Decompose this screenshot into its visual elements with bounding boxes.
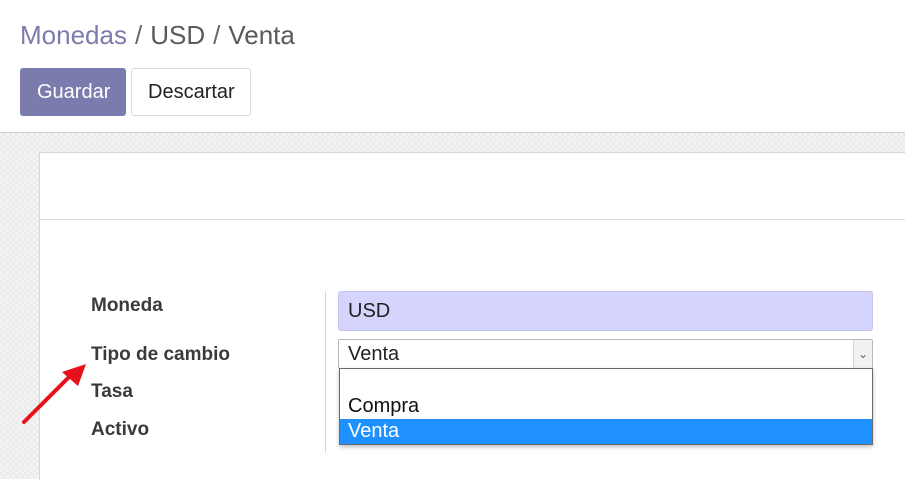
label-currency: Moneda	[91, 295, 163, 316]
label-rate: Tasa	[91, 381, 133, 402]
discard-button[interactable]: Descartar	[131, 68, 251, 116]
breadcrumb-separator: /	[134, 20, 143, 50]
rate-type-select-value: Venta	[348, 343, 400, 365]
save-button[interactable]: Guardar	[20, 68, 126, 116]
rate-type-dropdown: Compra Venta	[339, 368, 873, 445]
dropdown-option-compra[interactable]: Compra	[340, 394, 872, 419]
breadcrumb-item-current: Venta	[228, 20, 295, 50]
breadcrumb-separator: /	[213, 20, 221, 50]
label-active: Activo	[91, 419, 150, 440]
dropdown-option-empty[interactable]	[340, 369, 872, 394]
dropdown-option-venta[interactable]: Venta	[340, 419, 872, 444]
label-rate-type: Tipo de cambio	[91, 344, 231, 365]
chevron-down-icon[interactable]: ⌄	[853, 340, 872, 368]
breadcrumb: Monedas / USD / Venta	[20, 18, 295, 52]
label-column-divider	[325, 291, 326, 453]
breadcrumb-item-usd[interactable]: USD	[150, 20, 205, 50]
currency-field[interactable]: USD	[338, 291, 873, 331]
sheet-header-divider	[40, 219, 905, 220]
rate-type-select[interactable]: Venta ⌄	[338, 339, 873, 369]
breadcrumb-item-monedas[interactable]: Monedas	[20, 20, 127, 50]
red-arrow-icon	[22, 364, 86, 424]
